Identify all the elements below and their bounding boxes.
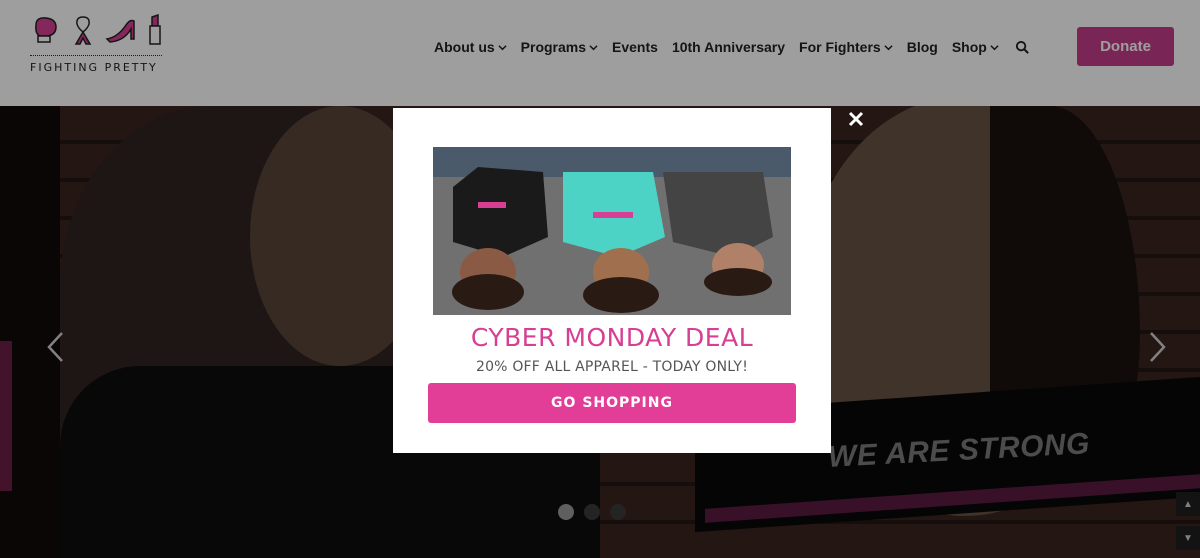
go-shopping-button[interactable]: GO SHOPPING [428,383,796,423]
promo-subtitle: 20% OFF ALL APPAREL - TODAY ONLY! [475,359,749,375]
promo-modal: CYBER MONDAY DEAL 20% OFF ALL APPAREL - … [393,108,831,453]
promo-title: CYBER MONDAY DEAL [470,323,754,352]
promo-image [433,147,791,315]
close-icon[interactable] [847,110,865,128]
promo-photo [433,147,791,315]
